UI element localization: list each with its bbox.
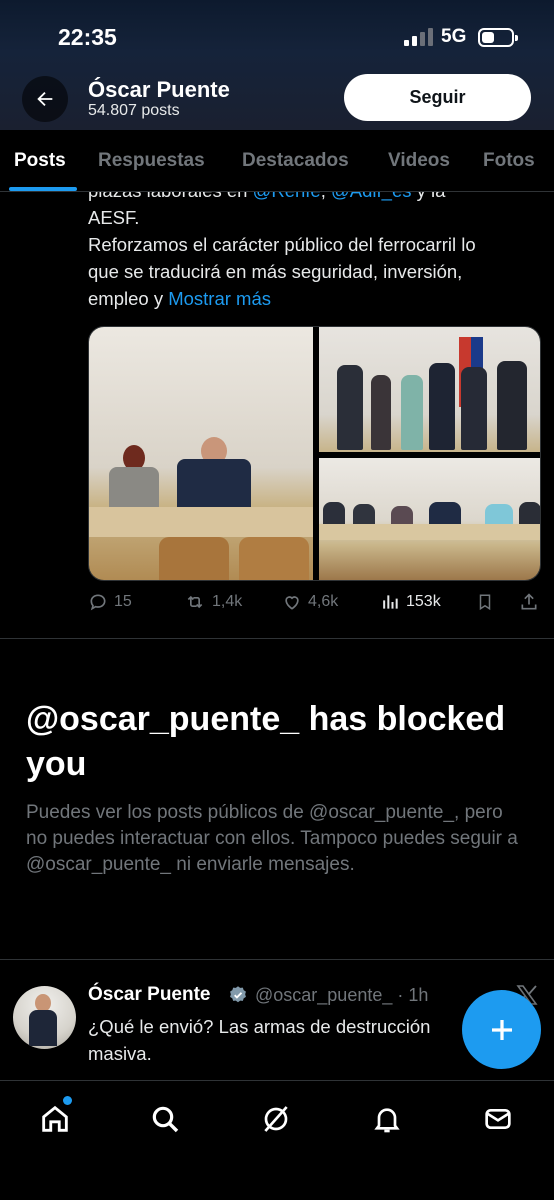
post-count: 54.807 posts <box>88 102 180 119</box>
arrow-left-icon <box>37 91 53 107</box>
reply-button[interactable]: 15 <box>88 592 132 612</box>
tweet-text-line: AESF. <box>88 207 140 228</box>
bookmark-button[interactable] <box>476 592 494 612</box>
nav-grok[interactable] <box>256 1099 296 1139</box>
network-label: 5G <box>441 26 467 47</box>
photo-meeting-table[interactable] <box>319 458 540 580</box>
tab-posts[interactable]: Posts <box>14 150 66 172</box>
mail-icon <box>485 1109 511 1129</box>
battery-icon <box>478 28 518 47</box>
profile-name: Óscar Puente <box>88 77 230 102</box>
verified-badge-icon <box>230 986 246 1003</box>
tab-videos[interactable]: Videos <box>388 150 450 172</box>
heart-icon <box>285 596 299 610</box>
tab-photos[interactable]: Fotos <box>483 150 535 172</box>
bottom-nav <box>0 1080 554 1200</box>
follow-button[interactable]: Seguir <box>344 74 531 121</box>
views-icon <box>383 595 398 609</box>
profile-tabs: Posts Respuestas Destacados Videos Fotos <box>0 130 554 192</box>
like-button[interactable]: 4,6k <box>282 592 338 612</box>
bookmark-icon <box>479 594 491 611</box>
notification-dot <box>63 1096 72 1105</box>
tweet-text-line: ¿Qué le envió? Las armas de destrucción <box>88 1016 431 1037</box>
bell-icon <box>374 1108 400 1133</box>
home-icon <box>42 1105 68 1132</box>
grok-icon <box>264 1106 288 1132</box>
repost-icon <box>187 595 203 609</box>
tweet-media-grid[interactable] <box>88 326 541 581</box>
blocked-title: @oscar_puente_ has blocked you <box>26 700 506 783</box>
reply-icon <box>90 594 106 611</box>
share-button[interactable] <box>519 592 539 612</box>
nav-notifications[interactable] <box>367 1099 407 1139</box>
status-time: 22:35 <box>58 24 117 50</box>
divider <box>0 638 554 639</box>
active-tab-indicator <box>9 187 77 191</box>
tweet-text-line: Reforzamos el carácter público del ferro… <box>88 234 476 255</box>
back-button[interactable] <box>22 76 68 122</box>
compose-button[interactable] <box>462 990 541 1069</box>
repost-button[interactable]: 1,4k <box>184 592 242 612</box>
signal-icon <box>404 28 434 46</box>
share-icon <box>521 593 537 610</box>
show-more-link[interactable]: Mostrar más <box>168 288 271 309</box>
nav-messages[interactable] <box>478 1099 518 1139</box>
status-bar: 22:35 5G <box>0 22 554 52</box>
search-icon <box>152 1106 179 1133</box>
tweet-text-line: empleo y Mostrar más <box>88 288 272 309</box>
tweet-text-line: que se traducirá en más seguridad, inver… <box>88 261 463 282</box>
avatar[interactable] <box>13 986 76 1049</box>
divider <box>0 959 554 960</box>
nav-search[interactable] <box>145 1099 185 1139</box>
photo-group-standing[interactable] <box>319 327 540 452</box>
tweet-actions: 15 1,4k 4,6k 153k <box>88 592 541 616</box>
tweet-text-line: masiva. <box>88 1043 152 1064</box>
nav-home[interactable] <box>35 1099 75 1139</box>
views-button[interactable]: 153k <box>380 592 441 612</box>
blocked-description: Puedes ver los posts públicos de @oscar_… <box>26 802 518 875</box>
plus-icon <box>491 1019 512 1040</box>
tab-replies[interactable]: Respuestas <box>98 150 205 172</box>
photo-signing-meeting[interactable] <box>89 327 313 580</box>
author-name[interactable]: Óscar Puente <box>88 984 211 1006</box>
tab-highlights[interactable]: Destacados <box>242 150 349 172</box>
author-handle-time: @oscar_puente_ · 1h <box>255 985 429 1005</box>
profile-header: 22:35 5G Óscar Puente 54.807 posts Segui… <box>0 0 554 130</box>
